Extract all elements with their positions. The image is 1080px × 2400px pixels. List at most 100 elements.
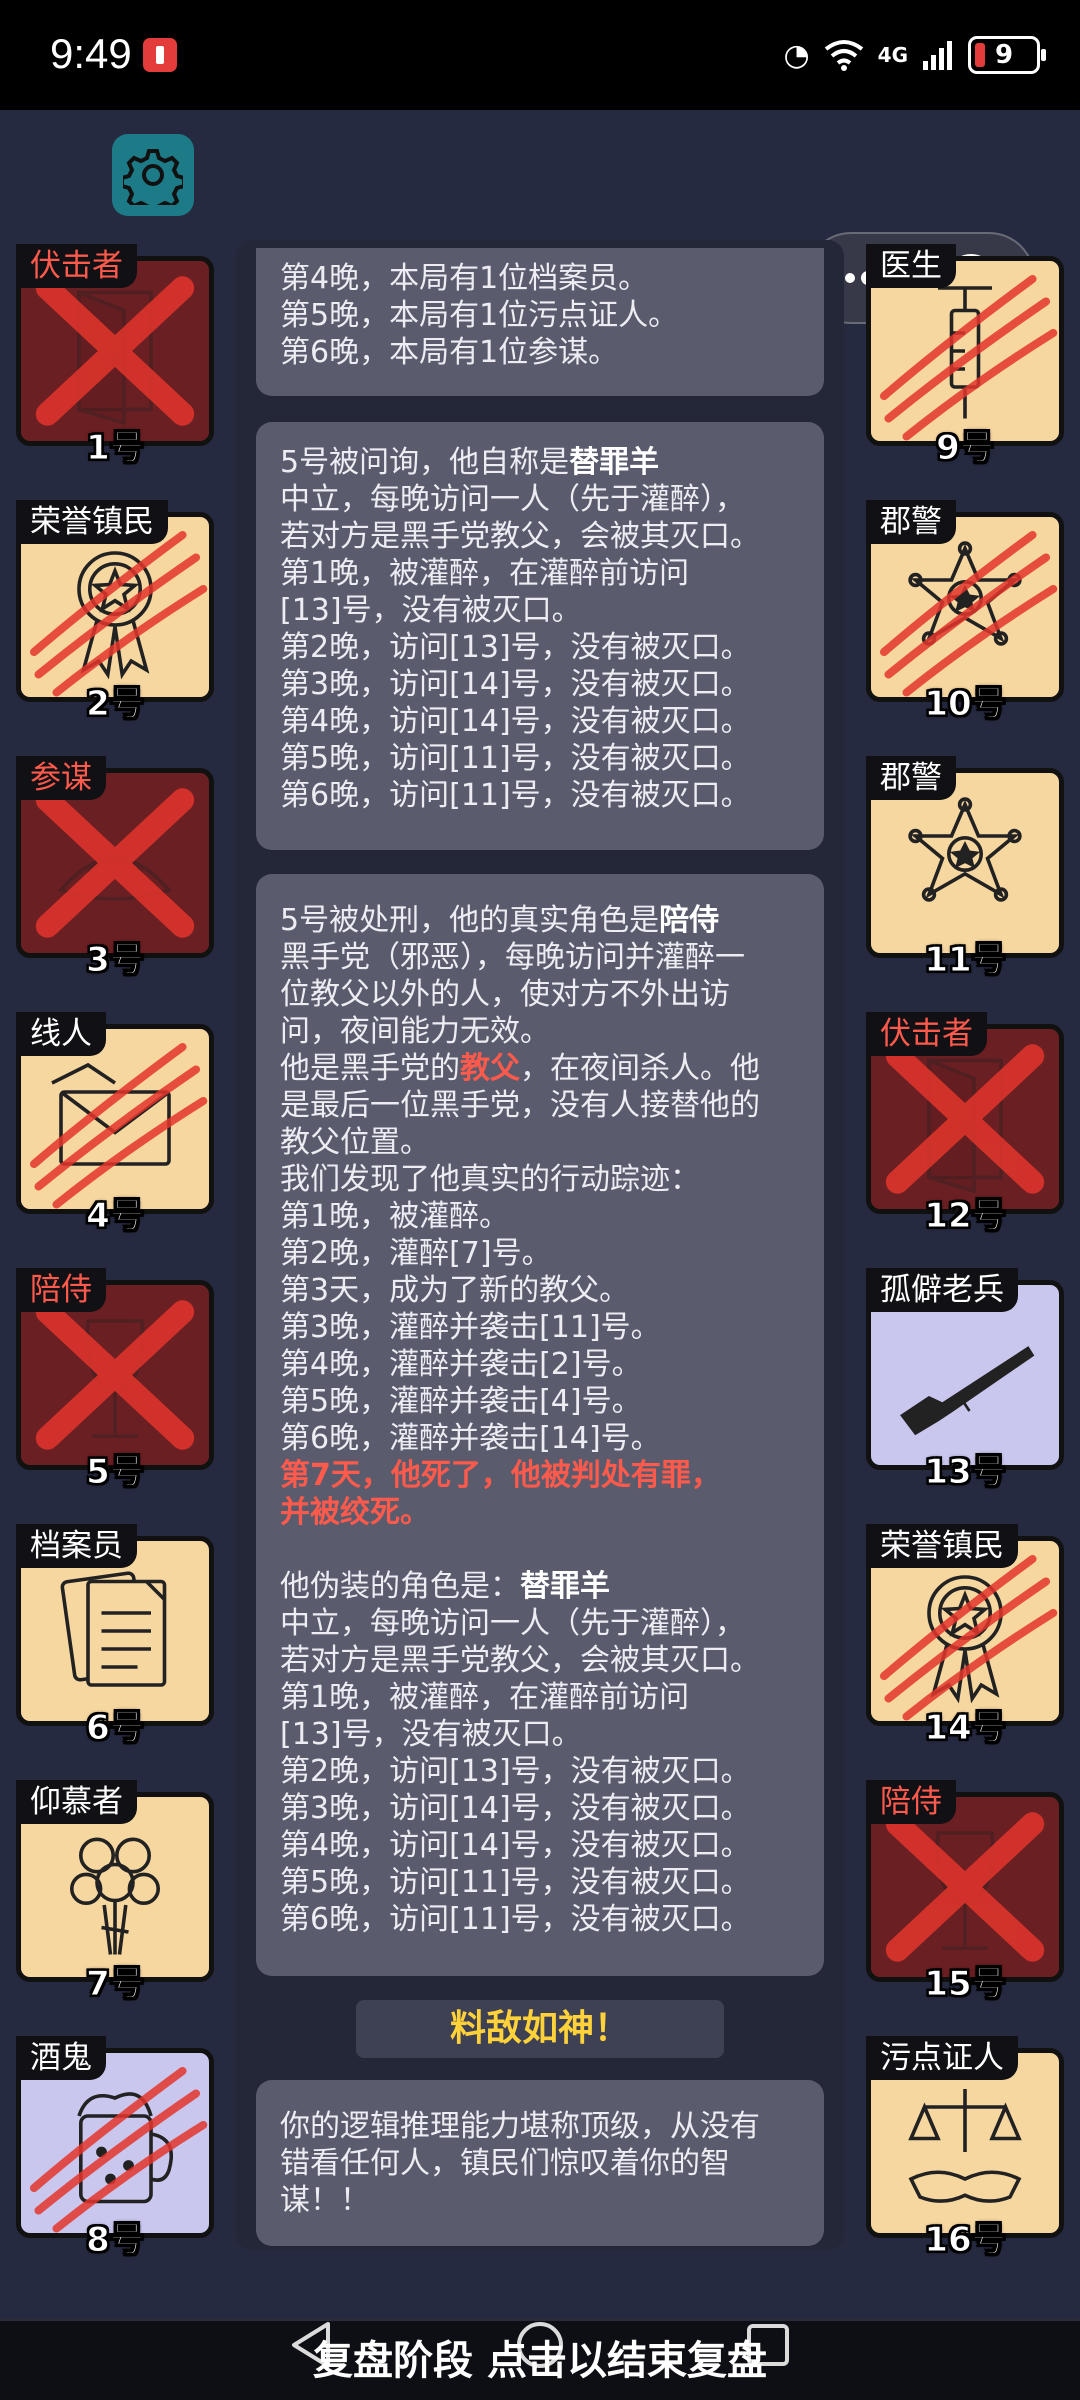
player-role-label: 陪侍	[16, 1268, 106, 1312]
player-role-label: 郡警	[866, 756, 956, 800]
rifle-icon	[871, 1285, 1059, 1465]
player-card[interactable]: 郡警 11号	[858, 756, 1064, 981]
log-line: 第4晚，访问[14]号，没有被灭口。	[280, 1828, 751, 1863]
player-role-label: 污点证人	[866, 2036, 1018, 2080]
nav-home-icon[interactable]	[515, 2320, 565, 2370]
player-role-label: 荣誉镇民	[866, 1524, 1018, 1568]
log-line: 我们发现了他真实的行动踪迹：	[280, 1162, 700, 1197]
claw-mark	[29, 1042, 208, 1209]
player-number: 11号	[924, 940, 1006, 981]
player-card[interactable]: 酒鬼 8号	[8, 2036, 214, 2261]
claw-mark	[879, 1554, 1058, 1721]
claw-mark	[29, 2066, 208, 2233]
dead-x-mark	[885, 1812, 1045, 1962]
log-line: 5号被问询，他自称是	[280, 445, 570, 480]
player-role-label: 线人	[16, 1012, 106, 1056]
player-role-label: 伏击者	[866, 1012, 987, 1056]
log-line: 第5晚，灌醉并袭击[4]号。	[280, 1384, 642, 1419]
battery-saver-icon	[143, 38, 177, 72]
player-role-label: 伏击者	[16, 244, 137, 288]
signal-icon	[923, 41, 952, 70]
log-line: 若对方是黑手党教父，会被其灭口。	[280, 1643, 760, 1678]
player-card[interactable]: 伏击者 1号	[8, 244, 214, 469]
log-line: 中立，每晚访问一人（先于灌醉），	[280, 482, 745, 517]
disguise-role: 替罪羊	[520, 1569, 610, 1604]
player-role-label: 医生	[866, 244, 956, 288]
player-number: 14号	[924, 1708, 1006, 1749]
hd-call-icon: ◔	[783, 37, 810, 73]
nav-recents-icon[interactable]	[745, 2320, 791, 2370]
dead-x-mark	[35, 788, 195, 938]
log-line: 第1晚，被灌醉，在灌醉前访问	[280, 556, 690, 591]
log-line: 是最后一位黑手党，没有人接替他的	[280, 1088, 760, 1123]
claimed-role: 替罪羊	[569, 445, 660, 480]
scales-handshake-icon	[871, 2053, 1059, 2233]
real-role: 陪侍	[659, 903, 720, 938]
player-card[interactable]: 陪侍 5号	[8, 1268, 214, 1493]
log-line: 中立，每晚访问一人（先于灌醉），	[280, 1606, 745, 1641]
documents-icon	[21, 1541, 209, 1721]
log-line: 错看任何人，镇民们惊叹着你的智	[280, 2146, 730, 2181]
player-role-label: 酒鬼	[16, 2036, 106, 2080]
player-card[interactable]: 伏击者 12号	[858, 1012, 1064, 1237]
player-card[interactable]: 郡警 10号	[858, 500, 1064, 725]
log-line: 第5晚，访问[11]号，没有被灭口。	[280, 1865, 751, 1900]
log-line: 第2晚，访问[13]号，没有被灭口。	[280, 1754, 751, 1789]
log-line: 第3晚，访问[14]号，没有被灭口。	[280, 1791, 751, 1826]
log-line: ，在夜间杀人。他	[520, 1051, 760, 1086]
player-number: 2号	[86, 684, 145, 725]
log-line: 第6晚，访问[11]号，没有被灭口。	[280, 1902, 751, 1937]
log-line: 第2晚，访问[13]号，没有被灭口。	[280, 630, 751, 665]
dead-x-mark	[35, 1300, 195, 1450]
player-role-label: 档案员	[16, 1524, 137, 1568]
wifi-icon	[824, 40, 863, 71]
player-number: 12号	[924, 1196, 1006, 1237]
player-role-label: 孤僻老兵	[866, 1268, 1018, 1312]
log-line: 第4晚，灌醉并袭击[2]号。	[280, 1347, 642, 1382]
player-role-label: 仰慕者	[16, 1780, 137, 1824]
log-line: 他是黑手党的	[280, 1051, 460, 1086]
player-number: 13号	[924, 1452, 1006, 1493]
player-card[interactable]: 陪侍 15号	[858, 1780, 1064, 2005]
dead-x-mark	[885, 1044, 1045, 1194]
log-message-interrogation: 5号被问询，他自称是替罪羊 中立，每晚访问一人（先于灌醉）， 若对方是黑手党教父…	[256, 422, 824, 850]
result-banner: 料敌如神！	[356, 2000, 724, 2058]
log-line: 谋！！	[280, 2183, 370, 2218]
log-line: 第3天，成为了新的教父。	[280, 1273, 630, 1308]
log-line: 他伪装的角色是：	[280, 1569, 520, 1604]
player-number: 10号	[924, 684, 1006, 725]
player-number: 4号	[86, 1196, 145, 1237]
sheriff-badge-icon	[871, 773, 1059, 953]
player-card[interactable]: 孤僻老兵 13号	[858, 1268, 1064, 1493]
network-type: 4G	[877, 43, 908, 67]
log-line: 第2晚，灌醉[7]号。	[280, 1236, 552, 1271]
player-card[interactable]: 荣誉镇民 2号	[8, 500, 214, 725]
gear-icon	[123, 149, 183, 205]
battery-icon: 9	[968, 36, 1046, 74]
log-line: 第4晚，本局有1位档案员。	[280, 261, 649, 296]
player-card[interactable]: 荣誉镇民 14号	[858, 1524, 1064, 1749]
player-card[interactable]: 参谋 3号	[8, 756, 214, 981]
player-number: 7号	[86, 1964, 145, 2005]
status-bar: 9:49 ◔ 4G 9	[0, 0, 1080, 110]
player-number: 1号	[86, 428, 145, 469]
log-message-night-info: 第4晚，本局有1位档案员。 第5晚，本局有1位污点证人。 第6晚，本局有1位参谋…	[256, 248, 824, 396]
player-card[interactable]: 医生 9号	[858, 244, 1064, 469]
log-line: 第3晚，灌醉并袭击[11]号。	[280, 1310, 661, 1345]
player-card[interactable]: 档案员 6号	[8, 1524, 214, 1749]
claw-mark	[879, 274, 1058, 441]
settings-button[interactable]	[112, 134, 194, 216]
log-line: 位教父以外的人，使对方不外出访	[280, 977, 730, 1012]
player-card[interactable]: 线人 4号	[8, 1012, 214, 1237]
log-line: 若对方是黑手党教父，会被其灭口。	[280, 519, 760, 554]
log-message-execution: 5号被处刑，他的真实角色是陪侍 黑手党（邪恶），每晚访问并灌醉一 位教父以外的人…	[256, 874, 824, 1976]
player-card[interactable]: 仰慕者 7号	[8, 1780, 214, 2005]
death-line: 第7天，他死了，他被判处有罪，	[280, 1458, 721, 1493]
nav-back-icon[interactable]	[288, 2320, 334, 2370]
player-role-label: 陪侍	[866, 1780, 956, 1824]
player-role-label: 参谋	[16, 756, 106, 800]
log-message-evaluation: 你的逻辑推理能力堪称顶级，从没有 错看任何人，镇民们惊叹着你的智 谋！！	[256, 2080, 824, 2246]
log-line: 第5晚，本局有1位污点证人。	[280, 298, 679, 333]
log-line: 第1晚，被灌醉，在灌醉前访问	[280, 1680, 690, 1715]
player-card[interactable]: 污点证人 16号	[858, 2036, 1064, 2261]
